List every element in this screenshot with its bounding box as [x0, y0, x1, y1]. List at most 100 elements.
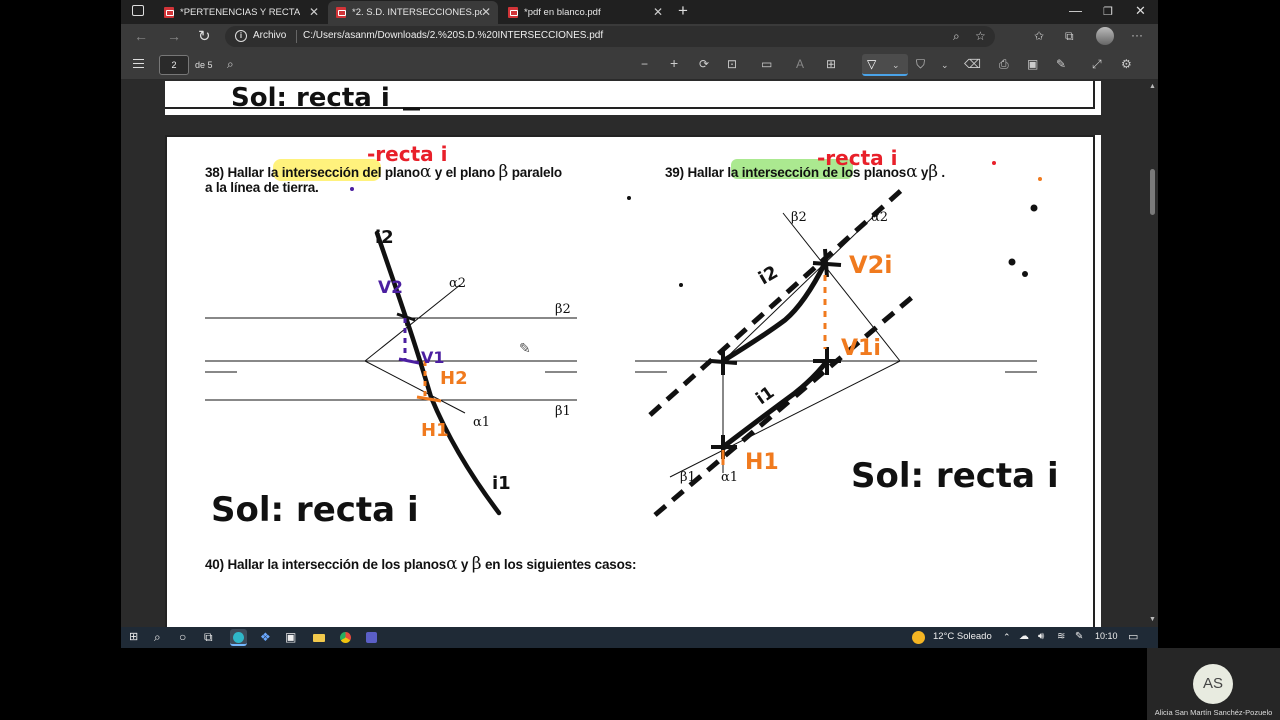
- annot-i1-left: i1: [492, 473, 511, 494]
- back-button[interactable]: ←: [134, 28, 148, 44]
- restore-button[interactable]: ❐: [1103, 5, 1113, 18]
- annot-recta-i-left: -recta i: [367, 142, 447, 166]
- eraser-icon[interactable]: ⌫: [964, 57, 981, 71]
- teams-app-icon[interactable]: [363, 629, 380, 646]
- refresh-button[interactable]: ↻: [198, 27, 211, 45]
- label-beta1: β1: [555, 404, 571, 419]
- label-alpha1: α1: [473, 415, 490, 430]
- contents-menu-icon[interactable]: [133, 59, 144, 68]
- close-tab-icon[interactable]: ✕: [309, 5, 319, 19]
- settings-gear-icon[interactable]: ⚙: [1121, 57, 1132, 71]
- rotate-icon[interactable]: ⟳: [699, 57, 709, 71]
- profile-avatar[interactable]: [1096, 27, 1114, 45]
- explorer-app-icon[interactable]: [310, 629, 327, 646]
- zoom-in-icon[interactable]: +: [670, 55, 678, 71]
- label-alpha1-right: α1: [721, 470, 738, 485]
- pdf-icon: [164, 7, 174, 18]
- close-tab-icon[interactable]: ✕: [653, 5, 663, 19]
- highlight-dropdown-icon[interactable]: ⌄: [941, 60, 949, 71]
- annot-h2-left: H2: [440, 368, 468, 389]
- scroll-up-icon[interactable]: ▲: [1149, 83, 1156, 90]
- avatar: AS: [1193, 664, 1233, 704]
- address-row: ← → ↻ i Archivo C:/Users/asanm/Downloads…: [121, 24, 1158, 50]
- annot-i2-left: i2: [375, 227, 394, 248]
- cortana-icon[interactable]: ○: [179, 630, 186, 644]
- add-text-icon[interactable]: ⊞: [826, 57, 836, 71]
- pencil-cursor-icon: ✎: [519, 340, 531, 356]
- page-number-input[interactable]: 2: [159, 55, 189, 75]
- dropbox-icon[interactable]: ❖: [260, 630, 271, 644]
- minimize-button[interactable]: —: [1069, 3, 1082, 18]
- forward-button[interactable]: →: [167, 28, 181, 44]
- participant-video-tile: AS Alicia San Martín Sanchéz-Pozuelo: [1147, 648, 1280, 720]
- annot-i2-right: i2: [755, 262, 782, 290]
- left-diagram: α2 β2 α1 β1 i2 V2 V1 H2 H1 i1 Sol: recta…: [205, 227, 577, 530]
- tab-actions-icon[interactable]: [132, 5, 144, 16]
- annot-h1-right: H1: [745, 450, 779, 475]
- close-window-button[interactable]: ✕: [1135, 3, 1146, 19]
- tab-intersecciones[interactable]: *2. S.D. INTERSECCIONES.pdf ✕: [328, 1, 498, 24]
- zoom-icon[interactable]: ⌕: [953, 29, 960, 44]
- prev-solution-text: Sol: recta i: [231, 83, 390, 113]
- draw-icon[interactable]: ▽: [867, 57, 876, 71]
- task-view-icon[interactable]: ⧉: [204, 630, 213, 645]
- info-icon[interactable]: i: [235, 30, 247, 42]
- scroll-down-icon[interactable]: ▼: [1149, 616, 1156, 623]
- more-menu-icon[interactable]: ···: [1131, 28, 1143, 42]
- separator: [296, 30, 297, 43]
- windows-taskbar: ⊞ ⌕ ○ ⧉ ❖ ▣ 12°C Soleado ⌃ ☁ 🔊︎ ≋ ✎ 10:1…: [121, 627, 1158, 648]
- pen-icon[interactable]: ✎: [1075, 631, 1083, 642]
- address-bar[interactable]: i Archivo C:/Users/asanm/Downloads/2.%20…: [225, 26, 995, 47]
- clock[interactable]: 10:10: [1095, 631, 1118, 641]
- pdf-icon: [336, 7, 346, 18]
- annot-v2-left: V2: [378, 278, 403, 298]
- wifi-icon[interactable]: ≋: [1057, 631, 1065, 642]
- tab-title: *PERTENENCIAS Y RECTAS DEL F: [180, 7, 300, 18]
- new-tab-button[interactable]: +: [678, 1, 688, 21]
- edge-app-icon[interactable]: [230, 629, 247, 646]
- annot-v2i-right: V2i: [849, 251, 893, 279]
- weather-text[interactable]: 12°C Soleado: [933, 631, 992, 642]
- pdf-page-2: 38) Hallar la intersección del planoα y …: [165, 135, 1101, 627]
- read-aloud-icon[interactable]: A: [796, 57, 804, 71]
- url-text[interactable]: C:/Users/asanm/Downloads/2.%20S.D.%20INT…: [303, 30, 603, 41]
- notifications-icon[interactable]: ▭: [1128, 630, 1138, 643]
- document-area: Sol: recta i 38) Hallar la intersección …: [121, 81, 1147, 627]
- windows-start-icon[interactable]: ⊞: [129, 630, 138, 643]
- volume-icon[interactable]: 🔊︎: [1038, 631, 1044, 642]
- fit-page-icon[interactable]: ⊡: [727, 57, 737, 71]
- geometry-diagrams: -recta i -recta i α2 β2 α1 β1 i2 V2 V1 H…: [205, 142, 1059, 530]
- close-tab-icon[interactable]: ✕: [481, 5, 491, 19]
- save-icon[interactable]: ▣: [1027, 57, 1038, 71]
- tab-bar: *PERTENENCIAS Y RECTAS DEL F ✕ *2. S.D. …: [121, 0, 1158, 24]
- tab-title: *2. S.D. INTERSECCIONES.pdf: [352, 7, 482, 18]
- fullscreen-icon[interactable]: ⤢: [1092, 57, 1102, 72]
- annot-v1-left: V1: [421, 348, 445, 367]
- weather-sun-icon[interactable]: [912, 631, 925, 644]
- page-view-icon[interactable]: ▭: [761, 57, 772, 71]
- search-icon[interactable]: ⌕: [227, 57, 234, 72]
- save-as-icon[interactable]: ✎: [1056, 57, 1066, 71]
- tab-pertenencias[interactable]: *PERTENENCIAS Y RECTAS DEL F ✕: [156, 1, 326, 24]
- vertical-scrollbar[interactable]: ▲ ▼: [1147, 81, 1158, 627]
- tray-chevron-icon[interactable]: ⌃: [1003, 632, 1011, 643]
- favorites-icon[interactable]: ✩: [1034, 29, 1044, 43]
- highlight-icon[interactable]: ⛉: [916, 57, 925, 72]
- annot-sol-right: Sol: recta i: [851, 456, 1059, 496]
- collections-icon[interactable]: ⧉: [1065, 29, 1074, 44]
- chrome-app-icon[interactable]: [337, 629, 354, 646]
- store-icon[interactable]: ▣: [285, 630, 296, 644]
- network-icon[interactable]: ☁: [1019, 631, 1029, 642]
- annot-h1-left: H1: [421, 420, 449, 441]
- print-icon[interactable]: ⎙: [999, 57, 1009, 72]
- pdf-icon: [508, 7, 518, 18]
- draw-dropdown-icon[interactable]: ⌄: [892, 60, 900, 71]
- page-count: de 5: [195, 60, 213, 70]
- tab-pdf-blanco[interactable]: *pdf en blanco.pdf ✕: [500, 1, 670, 24]
- favorite-star-icon[interactable]: ☆: [975, 29, 986, 43]
- zoom-out-icon[interactable]: −: [641, 57, 648, 71]
- search-icon[interactable]: ⌕: [154, 630, 161, 645]
- tab-title: *pdf en blanco.pdf: [524, 7, 601, 18]
- scroll-thumb[interactable]: [1150, 169, 1155, 215]
- file-label: Archivo: [253, 30, 287, 41]
